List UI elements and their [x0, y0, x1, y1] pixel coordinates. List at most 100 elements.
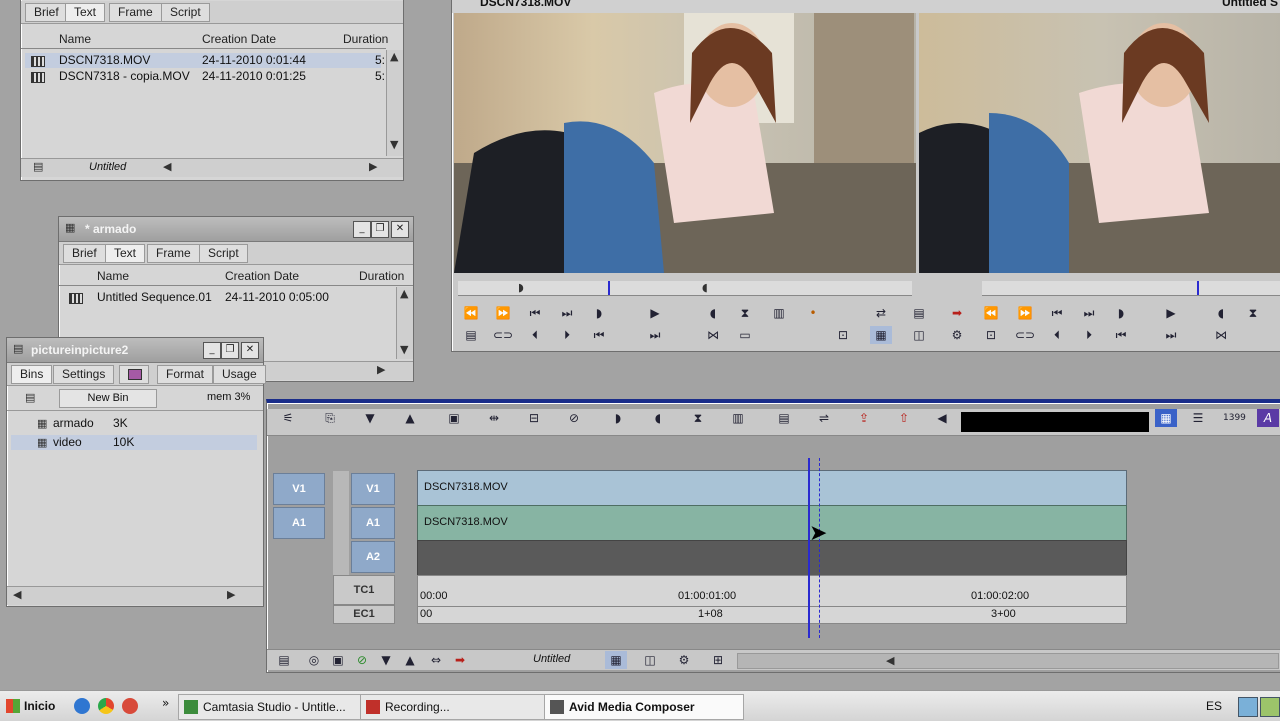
effect-icon[interactable]: ⊘: [351, 651, 373, 669]
mark-clip-icon[interactable]: ⧗: [1242, 304, 1264, 322]
go-to-in-icon[interactable]: ⏮: [1110, 326, 1132, 344]
mark-in-button-icon[interactable]: ◖: [702, 304, 724, 322]
timecode-ruler[interactable]: 00:00 01:00:01:00 01:00:02:00: [417, 575, 1127, 607]
splice-icon[interactable]: ⇪: [853, 409, 875, 427]
video-quality-icon[interactable]: ▣: [327, 651, 349, 669]
timeline-scale-bar[interactable]: [961, 412, 1149, 432]
column-name[interactable]: Name: [59, 30, 91, 48]
fast-forward-icon[interactable]: ⏩: [1014, 304, 1036, 322]
go-to-previous-edit-icon[interactable]: ▼: [359, 409, 381, 427]
split-view-icon[interactable]: ▦: [870, 326, 892, 344]
taskbar-button-recording[interactable]: Recording...: [360, 694, 560, 720]
minimize-button[interactable]: _: [353, 221, 371, 238]
splice-in-icon[interactable]: ⇄: [870, 304, 892, 322]
scroll-left-icon[interactable]: ◀: [886, 654, 894, 667]
go-to-out-icon[interactable]: ⏭: [1160, 326, 1182, 344]
go-to-next-edit-icon[interactable]: ▲: [399, 409, 421, 427]
tab-frame[interactable]: Frame: [109, 3, 162, 22]
scroll-left-icon[interactable]: ◀: [163, 160, 171, 173]
source-position-indicator[interactable]: [608, 281, 610, 295]
tab-effects[interactable]: [119, 365, 149, 384]
column-duration[interactable]: Duration: [343, 30, 388, 48]
maximize-button[interactable]: ❐: [371, 221, 389, 238]
source-monitor[interactable]: [454, 13, 916, 273]
bin-menu-icon[interactable]: ▤: [33, 160, 43, 173]
remove-effect-icon[interactable]: ⊘: [563, 409, 585, 427]
track-v1[interactable]: DSCN7318.MOV: [417, 470, 1127, 506]
overwrite-icon[interactable]: ➡: [946, 304, 968, 322]
go-to-previous-edit-icon[interactable]: ▼: [375, 651, 397, 669]
overwrite-icon[interactable]: ⇧: [893, 409, 915, 427]
mark-clip-icon[interactable]: ⧗: [687, 409, 709, 427]
column-duration[interactable]: Duration: [359, 267, 404, 285]
tab-script[interactable]: Script: [199, 244, 248, 263]
project-bin-row[interactable]: ▦ armado 3K: [11, 416, 257, 431]
tab-brief[interactable]: Brief: [63, 244, 106, 263]
top-tail-icon[interactable]: ⊟: [523, 409, 545, 427]
rewind-icon[interactable]: ⏪: [460, 304, 482, 322]
settings-icon[interactable]: ⚙: [673, 651, 695, 669]
scroll-right-icon[interactable]: ▶: [227, 588, 235, 601]
lift-icon[interactable]: ▤: [773, 409, 795, 427]
timeline-view-icon[interactable]: ▦: [1155, 409, 1177, 427]
tab-usage[interactable]: Usage: [213, 365, 266, 384]
more-icon[interactable]: »: [162, 696, 169, 710]
mark-in-icon[interactable]: ◖: [647, 409, 669, 427]
step-back-icon[interactable]: ⏮: [524, 304, 546, 322]
source-sync-icon[interactable]: ◫: [639, 651, 661, 669]
start-button[interactable]: Inicio: [2, 694, 62, 718]
tab-bins[interactable]: Bins: [11, 365, 53, 384]
rewind-icon[interactable]: ⏪: [980, 304, 1002, 322]
scroll-left-icon[interactable]: ◀: [13, 588, 21, 601]
column-creation-date[interactable]: Creation Date: [202, 30, 276, 48]
source-track-v1[interactable]: V1: [273, 473, 325, 505]
close-button[interactable]: ✕: [241, 342, 259, 359]
bin1-row-1[interactable]: DSCN7318.MOV 24-11-2010 0:01:44 5:: [25, 53, 385, 68]
tab-text[interactable]: Text: [105, 244, 146, 263]
lift-icon[interactable]: ▤: [908, 304, 930, 322]
link-icon[interactable]: ⊂⊃: [492, 326, 514, 344]
bin2-vertical-scrollbar[interactable]: ▲ ▼: [396, 287, 413, 359]
add-marker-icon[interactable]: •: [802, 304, 824, 322]
scroll-down-icon[interactable]: ▼: [400, 343, 408, 356]
segment-mode-icon[interactable]: ▣: [443, 409, 465, 427]
armado-titlebar[interactable]: ▦ * armado _ ❐ ✕: [59, 217, 413, 242]
column-creation-date[interactable]: Creation Date: [225, 267, 299, 285]
bin2-row-1[interactable]: Untitled Sequence.01 24-11-2010 0:05:00: [63, 290, 393, 305]
language-indicator[interactable]: ES: [1206, 699, 1222, 713]
timecode-track[interactable]: TC1: [333, 575, 395, 605]
clipboard-icon[interactable]: ⎘: [319, 409, 341, 427]
overwrite-icon[interactable]: ➡: [449, 651, 471, 669]
maximize-button[interactable]: ❐: [221, 342, 239, 359]
playhead[interactable]: [808, 458, 810, 638]
play-icon[interactable]: ▶: [644, 304, 666, 322]
fast-menu-icon[interactable]: ⚟: [277, 409, 299, 427]
source-clip-name[interactable]: DSCN7318.MOV: [480, 0, 571, 9]
toggle-source-record-icon[interactable]: ◎: [303, 651, 325, 669]
chrome-icon[interactable]: [98, 698, 114, 714]
slow-back-icon[interactable]: ⏴: [524, 326, 546, 344]
timeline-grid-icon[interactable]: ⊞: [707, 651, 729, 669]
edgecode-track[interactable]: EC1: [333, 605, 395, 624]
record-track-a2[interactable]: A2: [351, 541, 395, 573]
fast-forward-icon[interactable]: ⏩: [492, 304, 514, 322]
tab-brief[interactable]: Brief: [25, 3, 68, 22]
project-bin-row[interactable]: ▦ video 10K: [11, 435, 257, 450]
taskbar-button-camtasia[interactable]: Camtasia Studio - Untitle...: [178, 694, 378, 720]
record-track-v1[interactable]: V1: [351, 473, 395, 505]
split-view-icon[interactable]: ▦: [605, 651, 627, 669]
extract-icon[interactable]: ⇌: [813, 409, 835, 427]
replace-icon[interactable]: ⇔: [425, 651, 447, 669]
source-position-bar[interactable]: ◗ ◖: [458, 281, 912, 296]
go-to-out-icon[interactable]: ⏭: [644, 326, 666, 344]
edgecode-ruler[interactable]: 00 1+08 3+00: [417, 606, 1127, 624]
mark-out-button-icon[interactable]: ◗: [1110, 304, 1132, 322]
minimize-button[interactable]: _: [203, 342, 221, 359]
scroll-up-icon[interactable]: ▲: [400, 287, 408, 300]
tray-icon[interactable]: [1260, 697, 1280, 717]
scroll-right-icon[interactable]: ▶: [377, 363, 385, 376]
tab-script[interactable]: Script: [161, 3, 210, 22]
project-menu-icon[interactable]: ▤: [25, 391, 35, 404]
clear-marks-icon[interactable]: ▥: [768, 304, 790, 322]
match-frame-icon[interactable]: ⋈: [702, 326, 724, 344]
